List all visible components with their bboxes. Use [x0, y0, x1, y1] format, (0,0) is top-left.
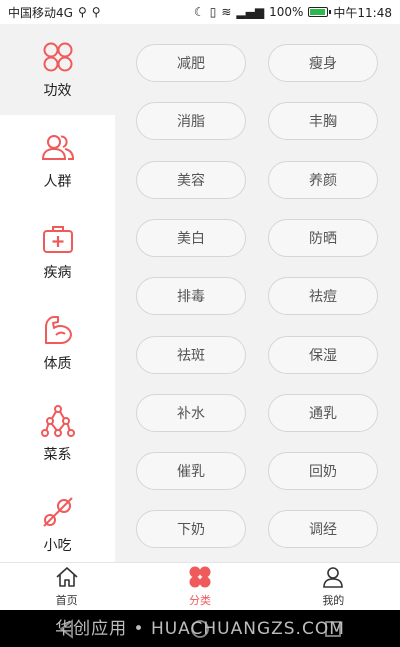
tab-home[interactable]: 首页: [0, 563, 133, 610]
sidebar-item-people[interactable]: 人群: [0, 115, 115, 206]
recents-icon[interactable]: [322, 618, 344, 640]
sidebar-item-effect[interactable]: 功效: [0, 24, 115, 115]
sidebar-item-constitution[interactable]: 体质: [0, 297, 115, 388]
clover-icon: [189, 566, 211, 588]
tag-panel: 减肥 瘦身 消脂 丰胸 美容 养颜 美白 防晒 排毒 祛痘 祛斑 保湿 补水 通乳 催乳 回奶 下奶 调经: [115, 24, 400, 562]
time-label: 中午11:48: [333, 5, 392, 20]
medkit-icon: [42, 225, 73, 253]
tab-category[interactable]: 分类: [133, 563, 266, 610]
tag-button[interactable]: 瘦身: [268, 44, 378, 82]
sidebar-item-label: 功效: [43, 82, 72, 99]
tag-button[interactable]: 防晒: [268, 218, 378, 257]
back-icon[interactable]: [56, 618, 78, 640]
tag-button[interactable]: 减肥: [136, 44, 246, 82]
battery-label: 100%: [269, 5, 304, 19]
tag-button[interactable]: 排毒: [136, 277, 246, 316]
tag-button[interactable]: 下奶: [136, 510, 246, 549]
tag-button[interactable]: 消脂: [136, 102, 246, 141]
tag-button[interactable]: 补水: [136, 393, 246, 432]
sidebar-item-snack[interactable]: 小吃: [0, 479, 115, 570]
tag-button[interactable]: 回奶: [268, 452, 378, 491]
tab-home-label: 首页: [55, 594, 78, 607]
tag-button[interactable]: 丰胸: [268, 102, 378, 141]
usb-icon: ⚲: [77, 5, 87, 19]
people-icon: [41, 134, 74, 160]
sidebar-item-label: 人群: [43, 173, 72, 190]
moon-icon: ☾: [193, 5, 205, 19]
tree-icon: [40, 404, 75, 437]
sidebar-item-label: 菜系: [43, 446, 72, 463]
sidebar-item-label: 小吃: [43, 537, 72, 554]
home-circle-icon[interactable]: [189, 618, 211, 640]
tag-button[interactable]: 通乳: [268, 393, 378, 432]
home-icon: [56, 567, 78, 587]
tag-button[interactable]: 祛痘: [268, 277, 378, 316]
user-icon: [323, 567, 344, 588]
snack-icon: [42, 496, 73, 527]
tag-button[interactable]: 祛斑: [136, 335, 246, 374]
wifi-icon: ≋: [221, 5, 232, 19]
tag-button[interactable]: 养颜: [268, 160, 378, 199]
sidebar-item-cuisine[interactable]: 菜系: [0, 388, 115, 479]
muscle-icon: [44, 315, 72, 344]
tag-button[interactable]: 美白: [136, 218, 246, 257]
tag-button[interactable]: 保湿: [268, 335, 378, 374]
tab-category-label: 分类: [188, 594, 211, 607]
tag-button[interactable]: 美容: [136, 160, 246, 199]
tag-button[interactable]: 调经: [268, 510, 378, 549]
tag-button[interactable]: 催乳: [136, 452, 246, 491]
bottom-tab-bar: 首页 分类 我的: [0, 562, 400, 610]
battery-icon: [308, 7, 332, 17]
carrier-label: 中国移动4G: [8, 5, 73, 20]
circles-icon: [43, 42, 72, 71]
status-bar: 中国移动4G ⚲ ⚲ ☾ ▯ ≋ ▂▄▆ 100% 中午11:48: [0, 0, 400, 24]
sidebar-item-label: 疾病: [43, 264, 72, 281]
tab-mine[interactable]: 我的: [267, 563, 400, 610]
sidebar-item-label: 体质: [43, 355, 72, 372]
vibrate-icon: ▯: [209, 5, 217, 19]
tab-mine-label: 我的: [322, 594, 345, 607]
system-nav-bar: [0, 610, 400, 647]
category-sidebar: 功效 人群 疾病 体质 菜系 小吃: [0, 24, 115, 562]
sidebar-item-disease[interactable]: 疾病: [0, 206, 115, 297]
usb-icon-2: ⚲: [91, 5, 101, 19]
signal-icon: ▂▄▆: [236, 5, 265, 19]
